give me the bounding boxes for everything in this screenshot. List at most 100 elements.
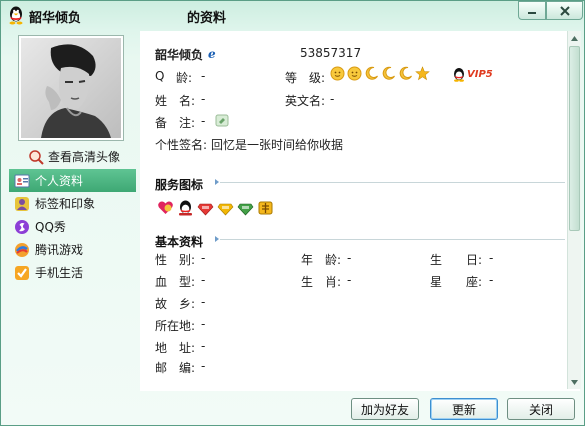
age-value: - [347,251,352,265]
qq-penguin-icon [454,68,464,82]
sidebar-item-tencent-games[interactable]: 腾讯游戏 [9,238,136,261]
gender-label: 性 别: [155,253,196,267]
close-button[interactable]: 关闭 [507,398,575,420]
section-divider [220,239,565,240]
vip-level-text: VIP5 [467,69,493,80]
nickname: 韶华倾负 [155,48,204,62]
level-label: 等 级: [285,71,326,85]
remark-label: 备 注: [155,116,196,130]
red-diamond-icon[interactable] [197,199,214,216]
vertical-scrollbar[interactable] [567,31,581,389]
name-label: 姓 名: [155,94,196,108]
sidebar-item-label: 标签和印象 [35,197,96,211]
remark-value: - [201,114,206,128]
service-icons-row [157,199,274,216]
add-friend-button[interactable]: 加为好友 [351,398,419,420]
qq-age-value: - [201,69,206,83]
magnifier-icon [29,149,44,165]
blood-type-label: 血 型: [155,275,196,289]
age-label: 年 龄: [301,253,342,267]
chevron-down-icon [571,379,578,385]
green-diamond-icon[interactable] [237,199,254,216]
name-value: - [201,92,206,106]
love-icon[interactable] [157,199,174,216]
edit-remark-button[interactable] [215,114,229,130]
location-label: 所在地: [155,319,196,333]
blood-type-value: - [201,273,206,287]
qq-penguin-logo-icon [9,6,23,25]
qq-label: Q [155,69,165,83]
zodiac-label: 生 肖: [301,275,342,289]
qqshow-icon [15,219,29,234]
profile-window: 韶华倾负 的资料 查看高清头像 个人资料 标签和印象 QQ秀 腾讯游戏 手机生活… [0,0,585,426]
sidebar-item-label: QQ秀 [35,220,66,234]
view-hd-avatar-label: 查看高清头像 [48,150,121,164]
svg-text:e: e [208,47,216,59]
moon-icon [399,66,412,80]
minimize-button[interactable] [518,1,546,20]
book-icon[interactable] [257,199,274,216]
chevron-up-icon [571,35,578,41]
sidebar-item-label: 个人资料 [35,174,84,188]
address-value: - [201,339,206,353]
hometown-value: - [201,295,206,309]
english-name-value: - [330,92,335,106]
sidebar-item-qqshow[interactable]: QQ秀 [9,215,136,238]
qq-number: 53857317 [300,46,362,60]
sidebar-item-personal-info[interactable]: 个人资料 [9,169,136,192]
address-label: 地 址: [155,341,196,355]
ie-icon: e [207,47,219,62]
sidebar-item-tags-impressions[interactable]: 标签和印象 [9,192,136,215]
constellation-label: 星 座: [430,275,483,289]
view-hd-avatar-link[interactable]: 查看高清头像 [28,148,120,165]
scrollbar-thumb[interactable] [569,46,580,231]
sidebar-item-label: 腾讯游戏 [35,243,84,257]
birthday-label: 生 日: [430,253,483,267]
mobile-life-icon [15,265,29,280]
minimize-icon [528,11,536,14]
vip-badge[interactable]: VIP5 [452,67,493,82]
service-icons-title: 服务图标 [155,178,204,192]
qq-penguin-icon[interactable] [177,199,194,216]
edit-note-icon [215,114,229,127]
qq-age-label: 龄: [176,71,193,85]
moon-icon [365,66,378,80]
section-divider [220,182,565,183]
birthday-value: - [489,251,494,265]
sidebar-nav: 个人资料 标签和印象 QQ秀 腾讯游戏 手机生活 [9,169,136,284]
close-window-button[interactable] [546,1,583,20]
basic-info-title: 基本资料 [155,235,204,249]
moon-icon [382,66,395,80]
update-button[interactable]: 更新 [430,398,498,420]
gender-value: - [201,251,206,265]
postcode-label: 邮 编: [155,361,196,375]
postcode-value: - [201,359,206,373]
window-title-name: 韶华倾负 [29,11,82,26]
location-value: - [201,317,206,331]
avatar-photo [21,38,121,138]
scroll-down-button[interactable] [568,375,581,389]
section-arrow-icon [215,236,219,242]
constellation-value: - [489,273,494,287]
title-bar[interactable]: 韶华倾负 的资料 [1,1,584,31]
contact-card-icon [14,174,30,187]
close-icon [559,5,570,16]
signature-label: 个性签名: [155,138,208,152]
sidebar-item-label: 手机生活 [35,266,84,280]
sidebar-item-mobile-life[interactable]: 手机生活 [9,261,136,284]
sun-icon [347,66,362,81]
hometown-label: 故 乡: [155,297,196,311]
yellow-diamond-icon[interactable] [217,199,234,216]
signature-value: 回忆是一张时间给你收据 [211,138,344,152]
zodiac-value: - [347,273,352,287]
english-name-label: 英文名: [285,94,326,108]
sun-icon [330,66,345,81]
window-title-suffix: 的资料 [187,11,227,26]
level-icons[interactable] [330,66,430,81]
profile-content-panel[interactable]: 韶华倾负 e 53857317 Q 龄: - 等 级: VIP5 姓 名: - [140,31,580,391]
scroll-up-button[interactable] [568,31,581,45]
avatar[interactable] [18,35,124,141]
games-icon [15,242,29,257]
star-icon [415,66,430,81]
user-tag-icon [15,196,29,211]
